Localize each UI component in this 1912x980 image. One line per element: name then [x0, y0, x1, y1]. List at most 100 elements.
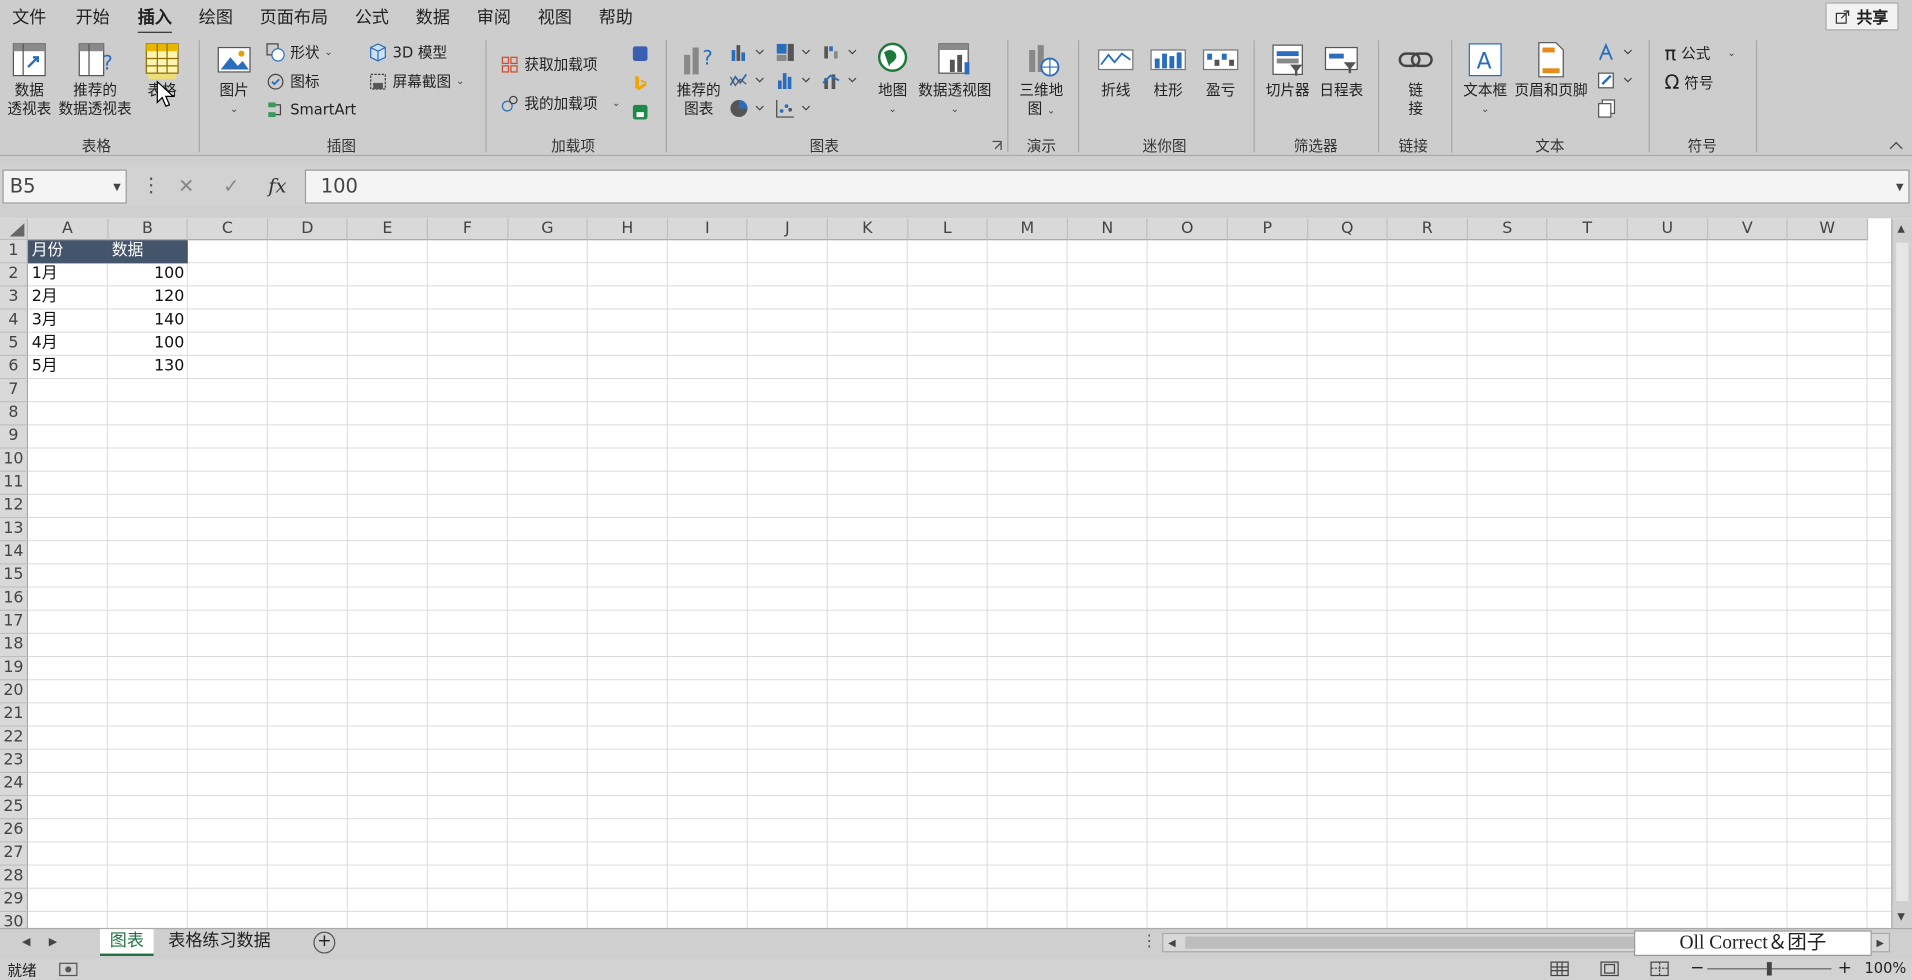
scroll-up-icon[interactable]: ▲: [1897, 223, 1905, 234]
row-header[interactable]: 27: [0, 842, 29, 866]
signature-line-icon[interactable]: [1597, 71, 1634, 91]
statistic-chart-icon[interactable]: [776, 71, 813, 91]
row-header[interactable]: 29: [0, 888, 29, 913]
column-header[interactable]: T: [1547, 218, 1628, 241]
wordart-icon[interactable]: [1597, 42, 1634, 63]
waterfall-chart-icon[interactable]: [822, 43, 859, 63]
screenshot-button[interactable]: 屏幕截图 ⌄: [368, 71, 464, 92]
page-break-view-icon[interactable]: [1650, 961, 1670, 977]
column-header[interactable]: K: [827, 218, 908, 241]
timeline-button[interactable]: 日程表: [1319, 40, 1363, 100]
column-header[interactable]: L: [907, 218, 988, 241]
row-header[interactable]: 11: [0, 471, 29, 496]
combo-chart-icon[interactable]: [822, 71, 859, 91]
hierarchy-chart-icon[interactable]: [776, 43, 813, 63]
vertical-scrollbar[interactable]: ▲ ▼: [1891, 218, 1912, 928]
my-addins-button[interactable]: 我的加载项 ⌄: [500, 93, 620, 114]
sheet-tab-chart[interactable]: 图表: [99, 929, 154, 957]
name-box[interactable]: B5 ▼: [2, 169, 127, 204]
row-header[interactable]: 30: [0, 912, 29, 928]
row-header[interactable]: 8: [0, 402, 29, 426]
expand-formula-icon[interactable]: ▼: [1896, 182, 1904, 193]
tab-split-handle[interactable]: ⋮: [1141, 933, 1157, 951]
row-header[interactable]: 17: [0, 610, 29, 635]
sparkline-column-button[interactable]: 柱形: [1149, 40, 1188, 100]
table-cell[interactable]: 100: [108, 333, 188, 356]
zoom-slider-thumb[interactable]: [1766, 962, 1772, 976]
link-button[interactable]: 链 接: [1396, 40, 1435, 118]
row-header[interactable]: 18: [0, 634, 29, 658]
table-cell[interactable]: 2月: [28, 287, 108, 310]
pie-chart-icon[interactable]: [729, 99, 766, 119]
column-header[interactable]: H: [587, 218, 668, 241]
menu-file[interactable]: 文件: [12, 5, 46, 29]
select-all-corner[interactable]: [0, 218, 29, 241]
column-header[interactable]: S: [1467, 218, 1548, 241]
column-header[interactable]: V: [1707, 218, 1788, 241]
people-graph-icon[interactable]: [632, 104, 649, 121]
normal-view-icon[interactable]: [1550, 961, 1570, 977]
cancel-icon[interactable]: ✕: [178, 174, 194, 197]
column-header[interactable]: O: [1147, 218, 1228, 241]
table-cell[interactable]: 数据: [108, 240, 189, 264]
scroll-right-icon[interactable]: ▶: [1876, 938, 1884, 949]
maps-button[interactable]: 地图 ⌄: [873, 40, 912, 118]
dialog-launcher-icon[interactable]: [991, 140, 1003, 152]
table-cell[interactable]: 3月: [28, 310, 108, 333]
table-cell[interactable]: 1月: [28, 263, 108, 286]
table-cell[interactable]: 140: [108, 310, 188, 333]
row-header[interactable]: 23: [0, 749, 29, 774]
pictures-button[interactable]: 图片 ⌄: [215, 40, 254, 118]
column-header[interactable]: I: [667, 218, 748, 241]
get-addins-button[interactable]: 获取加载项: [500, 54, 598, 75]
equation-button[interactable]: π 公式 ⌄: [1664, 41, 1735, 64]
scroll-thumb[interactable]: [1896, 242, 1909, 902]
line-chart-icon[interactable]: [729, 71, 766, 91]
menu-home[interactable]: 开始: [76, 5, 110, 29]
more-options-icon[interactable]: ⋮: [141, 173, 161, 196]
spreadsheet-grid[interactable]: ▲ ▼ A B C D E F G H I J K L M N O P Q R S T U V W 1 2 3 4 5 6 7 8 9 10 11…: [0, 218, 1912, 928]
menu-data[interactable]: 数据: [416, 5, 450, 29]
table-cell[interactable]: 5月: [28, 356, 108, 379]
scroll-thumb[interactable]: [1185, 936, 1649, 949]
menu-draw[interactable]: 绘图: [199, 5, 233, 29]
slicer-button[interactable]: 切片器: [1266, 40, 1310, 100]
column-header[interactable]: M: [987, 218, 1068, 241]
menu-formulas[interactable]: 公式: [355, 5, 389, 29]
collapse-ribbon-icon[interactable]: [1889, 140, 1904, 150]
row-header[interactable]: 24: [0, 773, 29, 797]
column-header[interactable]: F: [428, 218, 508, 241]
bing-icon[interactable]: [632, 74, 649, 91]
recommended-pivot-button[interactable]: ? 推荐的 数据透视表: [59, 40, 132, 118]
row-header[interactable]: 14: [0, 541, 29, 565]
add-sheet-button[interactable]: +: [313, 931, 336, 954]
row-header[interactable]: 13: [0, 518, 29, 542]
row-header[interactable]: 10: [0, 448, 29, 472]
row-header[interactable]: 2: [0, 263, 29, 287]
row-header[interactable]: 12: [0, 495, 29, 519]
row-header[interactable]: 7: [0, 379, 29, 403]
object-icon[interactable]: [1597, 99, 1617, 119]
column-header[interactable]: N: [1067, 218, 1148, 241]
header-footer-button[interactable]: 页眉和页脚: [1514, 40, 1588, 100]
3d-models-button[interactable]: 3D 模型: [368, 41, 447, 62]
zoom-out-button[interactable]: −: [1690, 958, 1704, 978]
symbol-button[interactable]: Ω 符号: [1664, 71, 1713, 94]
row-header[interactable]: 4: [0, 309, 29, 333]
column-header[interactable]: B: [108, 218, 189, 241]
column-header[interactable]: D: [268, 218, 349, 241]
visio-icon[interactable]: [632, 45, 649, 62]
zoom-in-button[interactable]: +: [1838, 958, 1852, 978]
scroll-down-icon[interactable]: ▼: [1897, 911, 1905, 922]
textbox-button[interactable]: A 文本框 ⌄: [1463, 40, 1507, 118]
table-cell[interactable]: 130: [108, 356, 188, 379]
macro-record-icon[interactable]: [59, 962, 79, 977]
column-header[interactable]: C: [188, 218, 268, 241]
row-header[interactable]: 3: [0, 286, 29, 310]
share-button[interactable]: 共享: [1825, 2, 1899, 31]
menu-view[interactable]: 视图: [538, 5, 572, 29]
table-cell[interactable]: 4月: [28, 333, 108, 356]
column-header[interactable]: A: [28, 218, 109, 241]
pivot-chart-button[interactable]: 数据透视图 ⌄: [918, 40, 991, 118]
prev-sheet-icon[interactable]: ◀: [22, 936, 30, 948]
